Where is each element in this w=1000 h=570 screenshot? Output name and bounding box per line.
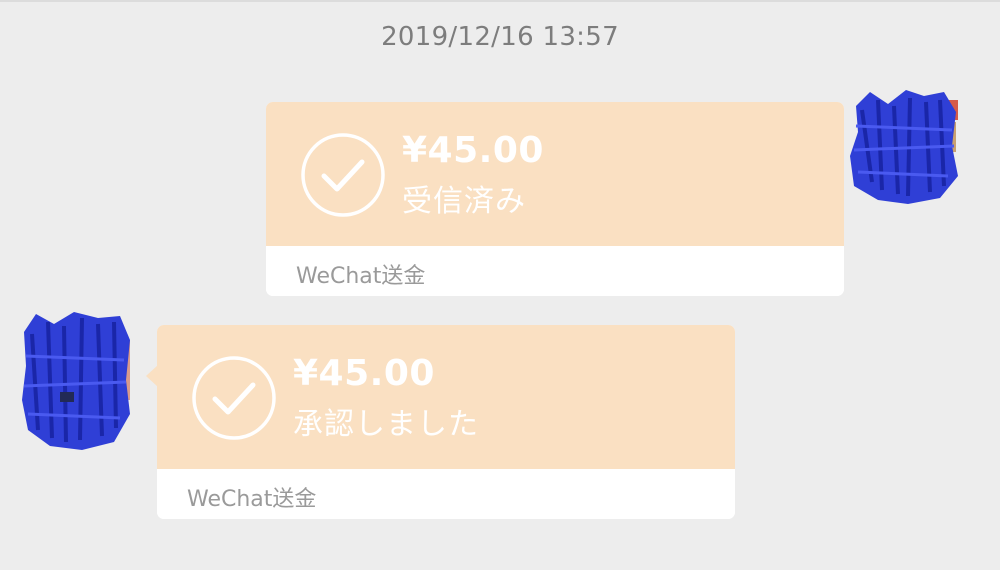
transfer-card-footer: WeChat送金 bbox=[157, 469, 735, 519]
avatar-contact[interactable] bbox=[20, 310, 132, 450]
check-circle-icon bbox=[191, 355, 277, 441]
transfer-amount: ¥45.00 bbox=[402, 130, 544, 171]
check-circle-icon bbox=[300, 132, 386, 218]
transfer-brand-label: WeChat送金 bbox=[296, 264, 426, 289]
message-timestamp: 2019/12/16 13:57 bbox=[381, 22, 619, 52]
transfer-brand-label: WeChat送金 bbox=[187, 487, 317, 512]
avatar-self[interactable] bbox=[848, 86, 960, 206]
transfer-card-footer: WeChat送金 bbox=[266, 246, 844, 296]
transfer-card-header: ¥45.00 承認しました bbox=[157, 325, 735, 469]
transfer-card-received[interactable]: ¥45.00 受信済み WeChat送金 bbox=[266, 102, 844, 296]
scribbled-avatar-icon bbox=[22, 312, 130, 450]
transfer-card-header: ¥45.00 受信済み bbox=[266, 102, 844, 246]
transfer-card-accepted[interactable]: ¥45.00 承認しました WeChat送金 bbox=[146, 325, 735, 519]
top-divider bbox=[0, 0, 1000, 2]
transfer-status: 承認しました bbox=[293, 407, 479, 442]
scribbled-avatar-icon bbox=[850, 90, 958, 204]
transfer-amount: ¥45.00 bbox=[293, 353, 435, 394]
transfer-status: 受信済み bbox=[402, 184, 526, 219]
